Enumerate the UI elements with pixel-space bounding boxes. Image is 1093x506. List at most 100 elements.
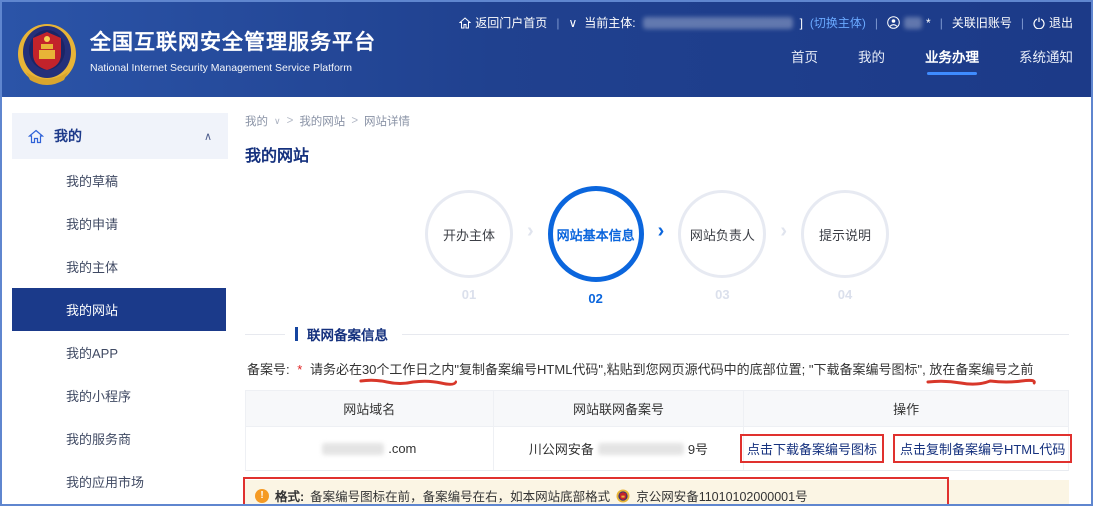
note-text: 请务必在	[310, 362, 362, 377]
sidebar-item-apps[interactable]: 我的APP	[2, 331, 234, 374]
table-row: .com 川公网安备 9号 点击下载备案编号图标 点击复制备案编号HTML代码	[246, 426, 1068, 470]
platform-subtitle: National Internet Security Management Se…	[90, 62, 376, 74]
entity-bracket: ]	[800, 16, 803, 30]
current-entity-value-redacted	[643, 17, 793, 29]
section-title: 联网备案信息	[307, 324, 388, 344]
sidebar-group-label: 我的	[54, 126, 204, 146]
sidebar-item-appmarket[interactable]: 我的应用市场	[2, 460, 234, 503]
domain-redacted	[322, 443, 384, 455]
username-redacted	[904, 17, 922, 29]
sidebar-item-miniprograms[interactable]: 我的小程序	[2, 374, 234, 417]
step-arrow-icon: ›	[658, 220, 665, 243]
divider-line	[402, 334, 1069, 335]
police-badge-logo	[16, 14, 78, 86]
sidebar-item-entities[interactable]: 我的主体	[2, 245, 234, 288]
step-arrow-icon: ›	[780, 220, 787, 243]
step-entity[interactable]: 开办主体 01	[425, 190, 513, 302]
nav-mine[interactable]: 我的	[858, 46, 885, 75]
format-notice: ! 格式: 备案编号图标在前，备案编号在右，如本网站底部格式 京公网安备1101…	[245, 480, 1069, 506]
section-accent-bar	[295, 327, 298, 341]
breadcrumb-separator: >	[287, 115, 294, 127]
separator: |	[1021, 16, 1024, 30]
sidebar-item-websites[interactable]: 我的网站	[12, 288, 226, 331]
nav-business[interactable]: 业务办理	[925, 46, 979, 75]
police-badge-mini-icon	[616, 489, 630, 503]
note-text: "复制备案编号HTML代码",粘贴到您网页源代码中的底部位置; "下载备案编号图…	[454, 362, 929, 377]
app-window: 全国互联网安全管理服务平台 National Internet Security…	[0, 0, 1093, 506]
username-suffix: *	[926, 16, 931, 30]
sidebar-item-applications[interactable]: 我的申请	[2, 202, 234, 245]
red-scribble-underline	[359, 378, 457, 387]
return-portal-link[interactable]: 返回门户首页	[459, 14, 547, 31]
step-number: 04	[838, 287, 852, 302]
step-arrow-icon: ›	[527, 220, 534, 243]
download-beian-icon-link[interactable]: 点击下载备案编号图标	[740, 434, 884, 463]
breadcrumb-separator: >	[351, 115, 358, 127]
page-body: 我的 ∧ 我的草稿 我的申请 我的主体 我的网站 我的APP 我的小程序 我的服…	[2, 97, 1091, 506]
beian-table: 网站域名 网站联网备案号 操作 .com 川公网安备 9号 点击下	[245, 390, 1069, 471]
col-header-domain: 网站域名	[246, 391, 493, 426]
home-outline-icon	[28, 129, 44, 144]
platform-title: 全国互联网安全管理服务平台	[90, 26, 376, 56]
section-beian-header: 联网备案信息	[245, 324, 1069, 344]
logout-link[interactable]: 退出	[1033, 14, 1073, 31]
home-icon	[459, 17, 471, 29]
col-header-actions: 操作	[743, 391, 1068, 426]
note-text-underlined: 放在备案编号之前	[929, 359, 1033, 378]
beian-label: 备案号:	[247, 362, 290, 377]
step-circle[interactable]: 提示说明	[801, 190, 889, 278]
switch-entity-link[interactable]: (切换主体)	[810, 14, 866, 31]
sidebar: 我的 ∧ 我的草稿 我的申请 我的主体 我的网站 我的APP 我的小程序 我的服…	[2, 97, 234, 506]
sidebar-item-providers[interactable]: 我的服务商	[2, 417, 234, 460]
note-text-underlined: 30个工作日之内	[362, 359, 454, 378]
step-circle[interactable]: 开办主体	[425, 190, 513, 278]
cell-domain: .com	[246, 427, 493, 470]
separator: |	[940, 16, 943, 30]
breadcrumb: 我的 ∨ > 我的网站 > 网站详情	[245, 113, 1069, 129]
main-nav: 首页 我的 业务办理 系统通知	[791, 46, 1073, 75]
warning-icon: !	[255, 489, 269, 503]
cell-beian-number: 川公网安备 9号	[493, 427, 744, 470]
step-site-manager[interactable]: 网站负责人 03	[678, 190, 766, 302]
step-number: 01	[462, 287, 476, 302]
breadcrumb-websites[interactable]: 我的网站	[299, 113, 345, 129]
notice-label: 格式:	[275, 486, 304, 505]
col-header-beian-number: 网站联网备案号	[493, 391, 744, 426]
app-header: 全国互联网安全管理服务平台 National Internet Security…	[2, 2, 1091, 97]
step-number: 02	[588, 291, 602, 306]
chevron-up-icon: ∧	[204, 130, 212, 143]
sidebar-group-mine[interactable]: 我的 ∧	[12, 113, 228, 159]
entity-dropdown-chevron[interactable]: ∨	[568, 16, 577, 30]
sidebar-item-drafts[interactable]: 我的草稿	[2, 159, 234, 202]
nav-notifications[interactable]: 系统通知	[1019, 46, 1073, 75]
brand-text: 全国互联网安全管理服务平台 National Internet Security…	[90, 26, 376, 74]
separator: |	[556, 16, 559, 30]
copy-beian-html-link[interactable]: 点击复制备案编号HTML代码	[893, 434, 1072, 463]
step-instructions[interactable]: 提示说明 04	[801, 190, 889, 302]
beian-example-number: 京公网安备11010102000001号	[636, 486, 807, 505]
nav-home[interactable]: 首页	[791, 46, 818, 75]
chevron-down-icon[interactable]: ∨	[274, 116, 281, 127]
link-old-account[interactable]: 关联旧账号	[952, 14, 1012, 31]
beian-instruction: 备案号: * 请务必在30个工作日之内"复制备案编号HTML代码",粘贴到您网页…	[245, 359, 1069, 378]
header-right: 返回门户首页 | ∨ 当前主体: ] (切换主体) | * | 关联旧账号 |	[459, 2, 1091, 97]
table-header-row: 网站域名 网站联网备案号 操作	[246, 391, 1068, 426]
wizard-stepper: 开办主体 01 › 网站基本信息 02 › 网站负责人 03 › 提示说明 04	[245, 186, 1069, 306]
main-content: 我的 ∨ > 我的网站 > 网站详情 我的网站 开办主体 01 › 网站基本信息…	[234, 97, 1091, 506]
step-circle[interactable]: 网站基本信息	[548, 186, 644, 282]
separator: |	[875, 16, 878, 30]
step-circle[interactable]: 网站负责人	[678, 190, 766, 278]
user-account[interactable]: *	[887, 16, 931, 30]
page-title: 我的网站	[245, 142, 1069, 166]
notice-text: 备案编号图标在前，备案编号在右，如本网站底部格式	[310, 486, 610, 505]
required-asterisk: *	[297, 362, 302, 377]
power-icon	[1033, 17, 1045, 29]
user-icon	[887, 16, 900, 29]
cell-actions: 点击下载备案编号图标 点击复制备案编号HTML代码	[743, 427, 1068, 470]
divider-line	[245, 334, 285, 335]
breadcrumb-mine[interactable]: 我的	[245, 113, 268, 129]
step-number: 03	[715, 287, 729, 302]
beian-number-redacted	[598, 443, 684, 455]
step-site-basic-info[interactable]: 网站基本信息 02	[548, 186, 644, 306]
breadcrumb-detail: 网站详情	[364, 113, 410, 129]
